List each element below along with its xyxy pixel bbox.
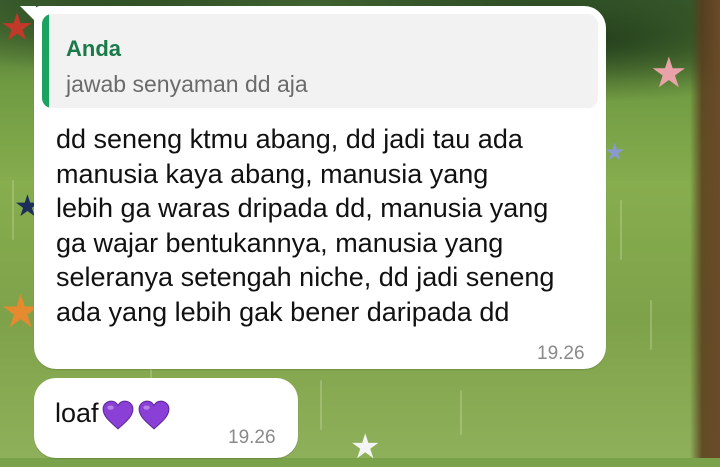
quote-accent-bar bbox=[42, 14, 49, 108]
pink-star-icon: ★ bbox=[650, 48, 688, 97]
quoted-author: Anda bbox=[66, 36, 121, 61]
reply-message: loaf bbox=[55, 398, 171, 432]
blue-star-icon: ★ bbox=[604, 138, 626, 166]
quoted-text: jawab senyaman dd aja bbox=[66, 71, 308, 97]
message-text: dd seneng ktmu abang, dd jadi tau ada ma… bbox=[56, 124, 555, 327]
wallpaper-frame-edge bbox=[690, 0, 720, 458]
reply-emojis bbox=[99, 398, 171, 430]
purple-heart-icon bbox=[102, 400, 133, 430]
reply-text: loaf bbox=[55, 398, 99, 429]
quoted-reply[interactable]: Anda jawab senyaman dd aja bbox=[42, 14, 598, 108]
reply-timestamp: 19.26 bbox=[228, 427, 276, 448]
purple-heart-icon bbox=[138, 400, 169, 430]
message-timestamp: 19.26 bbox=[537, 343, 585, 364]
white-star-icon: ★ bbox=[350, 427, 381, 467]
